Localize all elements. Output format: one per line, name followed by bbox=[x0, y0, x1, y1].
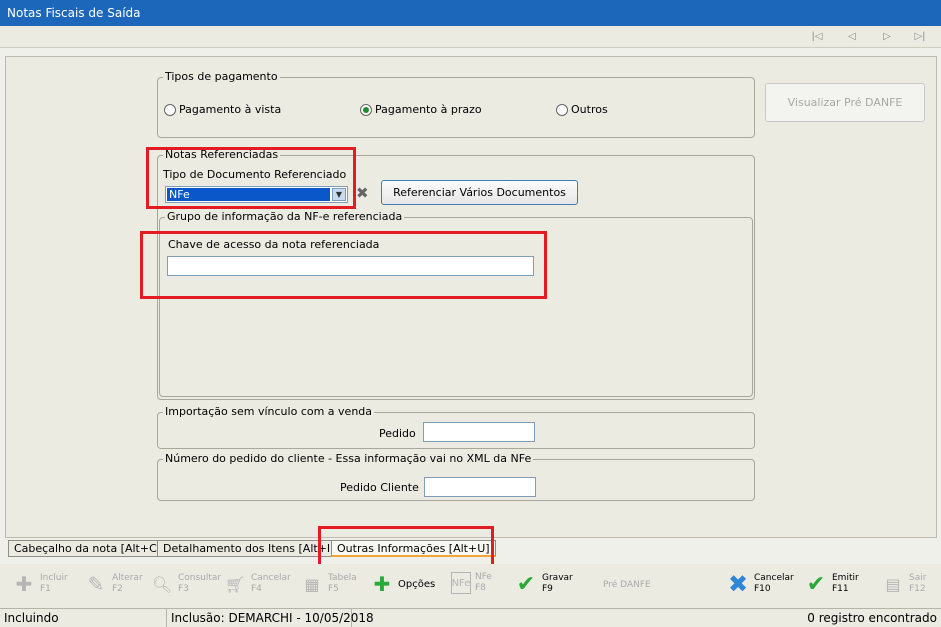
pencil-icon: ✎ bbox=[87, 572, 105, 596]
incluir-button[interactable]: ✚ Incluir F1 bbox=[12, 572, 68, 596]
cancelar-f4-button[interactable]: 🛒︎ Cancelar F4 bbox=[223, 572, 291, 596]
alterar-button[interactable]: ✎ Alterar F2 bbox=[84, 572, 143, 596]
table-icon: ▦ bbox=[304, 574, 320, 594]
pedido-cliente-input[interactable] bbox=[424, 477, 536, 497]
previous-record-icon[interactable]: ◁ bbox=[845, 30, 859, 44]
plus-green-icon: ✚ bbox=[373, 572, 391, 596]
radio-circle[interactable] bbox=[556, 103, 568, 116]
pedido-label: Pedido bbox=[379, 427, 416, 440]
tab-cabecalho[interactable]: Cabeçalho da nota [Alt+C] bbox=[8, 540, 168, 557]
radio-label: Outros bbox=[571, 103, 608, 116]
pedido-cliente-label: Pedido Cliente bbox=[340, 481, 419, 494]
client-order-legend: Número do pedido do cliente - Essa infor… bbox=[163, 452, 534, 466]
status-record-count: 0 registro encontrado bbox=[807, 611, 937, 625]
check-icon: ✔ bbox=[516, 571, 536, 597]
close-icon: ✖ bbox=[727, 570, 749, 598]
gravar-button[interactable]: ✔ Gravar F9 bbox=[514, 571, 573, 597]
radio-label: Pagamento à prazo bbox=[375, 103, 482, 116]
cancelar-f10-button[interactable]: ✖ Cancelar F10 bbox=[726, 570, 794, 598]
exit-icon: ▤ bbox=[885, 574, 901, 594]
first-record-icon[interactable]: |◁ bbox=[810, 30, 824, 44]
next-record-icon[interactable]: ▷ bbox=[880, 30, 894, 44]
plus-icon: ✚ bbox=[15, 572, 33, 596]
clear-x-icon[interactable]: ✖ bbox=[356, 184, 369, 202]
search-icon: 🔍︎ bbox=[151, 574, 173, 594]
nfe-button[interactable]: NFe NFe F8 bbox=[451, 572, 492, 594]
radio-circle[interactable] bbox=[164, 103, 176, 116]
nfe-document-icon: NFe bbox=[451, 572, 471, 594]
visualizar-pre-danfe-button[interactable]: Visualizar Pré DANFE bbox=[765, 83, 925, 122]
window-title: Notas Fiscais de Saída bbox=[7, 6, 141, 20]
nfe-info-legend: Grupo de informação da NF-e referenciada bbox=[165, 210, 405, 224]
action-toolbar: ✚ Incluir F1 ✎ Alterar F2 🔍︎ Consultar F3 🛒… bbox=[0, 564, 941, 608]
radio-label: Pagamento à vista bbox=[179, 103, 282, 116]
cart-cancel-icon: 🛒︎ bbox=[224, 574, 246, 594]
status-inclusion: Inclusão: DEMARCHI - 10/05/2018 bbox=[167, 609, 374, 627]
consultar-button[interactable]: 🔍︎ Consultar F3 bbox=[150, 572, 221, 596]
pre-danfe-button[interactable]: Pré DANFE bbox=[603, 580, 651, 591]
status-mode: Incluindo bbox=[0, 609, 167, 627]
last-record-icon[interactable]: ▷| bbox=[913, 30, 927, 44]
radio-circle-selected[interactable] bbox=[360, 103, 372, 116]
sair-button[interactable]: ▤ Sair F12 bbox=[881, 572, 926, 596]
radio-pagamento-prazo[interactable]: Pagamento à prazo bbox=[360, 103, 482, 116]
window-title-bar: Notas Fiscais de Saída bbox=[0, 0, 941, 26]
highlight-doc-type bbox=[146, 147, 356, 209]
emitir-button[interactable]: ✔ Emitir F11 bbox=[804, 571, 859, 597]
payment-type-legend: Tipos de pagamento bbox=[163, 70, 280, 84]
referenciar-varios-button[interactable]: Referenciar Vários Documentos bbox=[381, 180, 578, 205]
highlight-access-key bbox=[140, 231, 547, 299]
status-bar: Incluindo Inclusão: DEMARCHI - 10/05/201… bbox=[0, 608, 941, 627]
double-check-icon: ✔ bbox=[806, 571, 826, 597]
radio-pagamento-vista[interactable]: Pagamento à vista bbox=[164, 103, 281, 116]
opcoes-button[interactable]: ✚ Opções bbox=[370, 572, 436, 596]
pedido-input[interactable] bbox=[423, 422, 535, 442]
tabela-button[interactable]: ▦ Tabela F5 bbox=[300, 572, 356, 596]
highlight-tab-outras bbox=[318, 526, 494, 568]
tab-detalhamento-itens[interactable]: Detalhamento dos Itens [Alt+I] bbox=[157, 540, 341, 557]
record-navigation-bar: |◁ ◁ ▷ ▷| bbox=[0, 26, 941, 48]
import-legend: Importação sem vínculo com a venda bbox=[163, 405, 375, 419]
radio-outros[interactable]: Outros bbox=[556, 103, 608, 116]
payment-type-group: Tipos de pagamento Pagamento à vista Pag… bbox=[157, 70, 755, 138]
